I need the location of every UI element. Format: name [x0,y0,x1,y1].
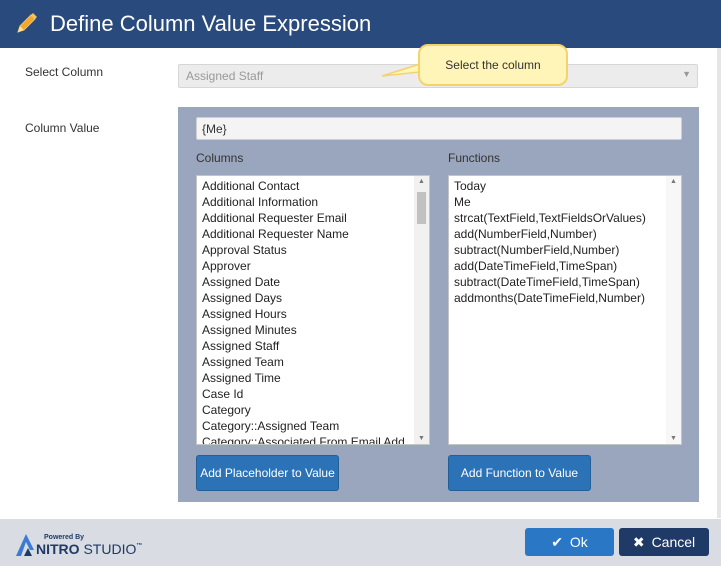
select-column-value: Assigned Staff [186,69,264,83]
cancel-label: Cancel [651,534,696,550]
list-item[interactable]: Category [197,402,413,418]
list-item[interactable]: Assigned Team [197,354,413,370]
list-item[interactable]: subtract(NumberField,Number) [449,242,665,258]
list-item[interactable]: add(DateTimeField,TimeSpan) [449,258,665,274]
ok-label: Ok [569,534,588,550]
functions-scrollbar[interactable]: ▲ ▼ [666,176,681,444]
list-item[interactable]: Additional Requester Email [197,210,413,226]
column-value-label: Column Value [25,121,100,135]
check-icon: ✔ [551,533,563,550]
columns-scrollbar[interactable]: ▲ ▼ [414,176,429,444]
pencil-icon [17,13,37,33]
cancel-button[interactable]: ✖ Cancel [619,528,709,556]
list-item[interactable]: Assigned Date [197,274,413,290]
dialog-scrollbar[interactable] [717,48,721,518]
scroll-up-icon[interactable]: ▲ [414,178,429,185]
list-item[interactable]: Additional Requester Name [197,226,413,242]
functions-items: Today Me strcat(TextField,TextFieldsOrValu… [449,178,665,444]
svg-text:Powered By: Powered By [44,534,84,541]
list-item[interactable]: addmonths(DateTimeField,Number) [449,290,665,306]
list-item[interactable]: strcat(TextField,TextFieldsOrValues) [449,210,665,226]
nitro-studio-logo: Powered By NITRO STUDIO™ [16,534,142,557]
dialog-title: Define Column Value Expression [50,11,372,36]
tooltip-text: Select the column [445,58,541,72]
ok-button[interactable]: ✔ Ok [525,528,614,556]
scroll-up-icon[interactable]: ▲ [666,178,681,185]
dialog-title-bar: Define Column Value Expression [0,0,721,48]
list-item[interactable]: Case Id [197,386,413,402]
add-placeholder-button[interactable]: Add Placeholder to Value [196,455,339,491]
list-item[interactable]: Assigned Days [197,290,413,306]
columns-items: Additional Contact Additional Information… [197,178,413,444]
scroll-down-icon[interactable]: ▼ [666,435,681,442]
list-item[interactable]: Assigned Hours [197,306,413,322]
add-function-button[interactable]: Add Function to Value [448,455,591,491]
list-item[interactable]: add(NumberField,Number) [449,226,665,242]
close-icon: ✖ [632,533,645,550]
list-item[interactable]: Today [449,178,665,194]
list-item[interactable]: Category::Assigned Team [197,418,413,434]
list-item[interactable]: Me [449,194,665,210]
column-value-input[interactable]: {Me} [196,117,682,140]
scroll-down-icon[interactable]: ▼ [414,435,429,442]
columns-header: Columns [196,151,244,165]
list-item[interactable]: Additional Contact [197,178,413,194]
svg-text:NITRO STUDIO™: NITRO STUDIO™ [36,541,142,557]
list-item[interactable]: Approval Status [197,242,413,258]
chevron-down-icon: ▼ [682,69,691,79]
select-column-tooltip: Select the column [418,44,568,86]
list-item[interactable]: Assigned Time [197,370,413,386]
columns-listbox[interactable]: Additional Contact Additional Information… [196,175,430,445]
list-item[interactable]: subtract(DateTimeField,TimeSpan) [449,274,665,290]
column-value-text: {Me} [202,122,227,136]
list-item[interactable]: Category::Associated From Email Add [197,434,413,444]
functions-header: Functions [448,151,501,165]
functions-listbox[interactable]: Today Me strcat(TextField,TextFieldsOrValu… [448,175,682,445]
list-item[interactable]: Approver [197,258,413,274]
scroll-thumb[interactable] [417,192,426,224]
list-item[interactable]: Assigned Staff [197,338,413,354]
tooltip-pointer [381,62,421,77]
list-item[interactable]: Additional Information [197,194,413,210]
list-item[interactable]: Assigned Minutes [197,322,413,338]
select-column-label: Select Column [25,65,104,79]
